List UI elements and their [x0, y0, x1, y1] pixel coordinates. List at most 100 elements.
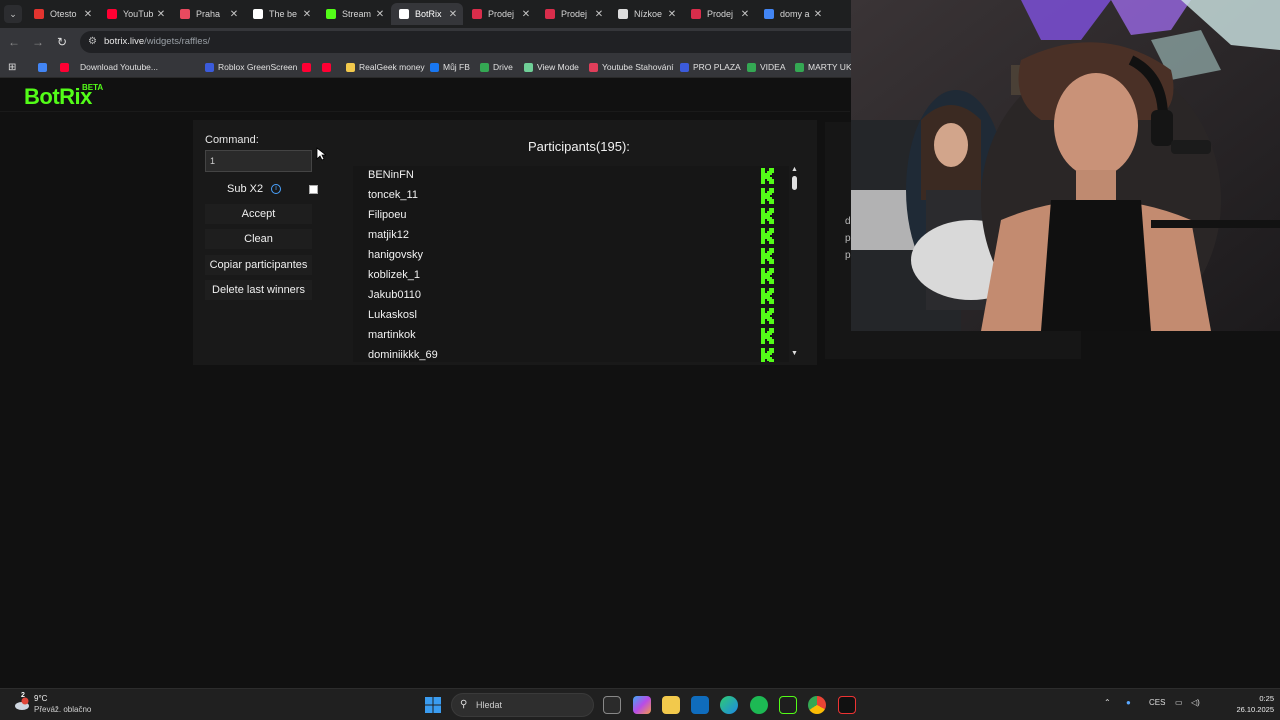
task-view-icon[interactable] — [603, 696, 621, 714]
bookmark-item[interactable]: RealGeek money — [346, 60, 425, 74]
bookmark-item[interactable]: Můj FB — [430, 60, 470, 74]
spotify-icon[interactable] — [750, 696, 768, 714]
bookmark-item[interactable] — [322, 60, 335, 74]
browser-tab[interactable]: BotRix ✕ — [391, 3, 463, 25]
scroll-thumb[interactable] — [792, 176, 797, 190]
back-icon[interactable]: ← — [6, 34, 22, 50]
language-indicator[interactable]: CES — [1149, 698, 1165, 707]
close-tab-icon[interactable]: ✕ — [666, 9, 678, 20]
bookmark-label: Roblox GreenScreen — [218, 62, 298, 72]
clean-button[interactable]: Clean — [205, 229, 312, 249]
command-input[interactable] — [205, 150, 312, 172]
browser-tab[interactable]: Nízkoe ✕ — [610, 3, 682, 25]
bookmark-label: Download Youtube... — [80, 62, 158, 72]
bookmark-item[interactable]: Youtube Stahování — [589, 60, 674, 74]
bookmark-item[interactable] — [38, 60, 51, 74]
participant-row[interactable]: koblizek_1 — [353, 266, 789, 286]
delete-last-winners-button[interactable]: Delete last winners — [205, 280, 312, 300]
tab-title: Prodej — [488, 9, 515, 19]
scroll-up-arrow-icon[interactable]: ▲ — [791, 166, 798, 173]
edge-icon[interactable] — [720, 696, 738, 714]
participant-row[interactable]: toncek_11 — [353, 186, 789, 206]
participant-name: dominiikkk_69 — [368, 349, 438, 361]
outlook-icon[interactable] — [691, 696, 709, 714]
epic-games-icon[interactable] — [838, 696, 856, 714]
scroll-down-arrow-icon[interactable]: ▼ — [791, 350, 798, 357]
bookmark-item[interactable]: Drive — [480, 60, 513, 74]
chrome-icon[interactable] — [808, 696, 826, 714]
bookmark-label: Můj FB — [443, 62, 470, 72]
close-tab-icon[interactable]: ✕ — [447, 9, 459, 20]
browser-tab[interactable]: Prodej ✕ — [464, 3, 536, 25]
info-icon[interactable]: i — [271, 184, 281, 194]
close-tab-icon[interactable]: ✕ — [374, 9, 386, 20]
taskbar-search[interactable]: ⚲ Hledat — [451, 693, 594, 717]
bookmark-favicon-icon — [524, 62, 533, 72]
close-tab-icon[interactable]: ✕ — [155, 9, 167, 20]
bookmark-item[interactable]: Roblox GreenScreen — [205, 60, 297, 74]
terminal-icon[interactable] — [779, 696, 797, 714]
tab-title: Prodej — [707, 9, 734, 19]
close-tab-icon[interactable]: ✕ — [82, 9, 94, 20]
participant-row[interactable]: dominiikkk_69 — [353, 346, 789, 362]
bookmark-item[interactable] — [60, 60, 73, 74]
command-label: Command: — [205, 134, 259, 146]
participant-row[interactable]: BENinFN — [353, 166, 789, 186]
bookmark-item[interactable]: View Mode — [524, 60, 579, 74]
close-tab-icon[interactable]: ✕ — [739, 9, 751, 20]
weather-temperature[interactable]: 9°C — [34, 694, 47, 703]
file-explorer-icon[interactable] — [662, 696, 680, 714]
tab-search-button[interactable]: ⌄ — [4, 5, 22, 23]
search-placeholder: Hledat — [476, 700, 503, 710]
participant-row[interactable]: matjik12 — [353, 226, 789, 246]
participant-row[interactable]: Lukaskosl — [353, 306, 789, 326]
clock[interactable]: 0:25 26.10.2025 — [1220, 693, 1274, 715]
site-info-icon[interactable]: ⚙ — [88, 36, 97, 47]
participants-scrollbar[interactable]: ▲ ▼ — [789, 166, 801, 362]
tab-favicon-icon — [180, 9, 190, 19]
copilot-icon[interactable] — [633, 696, 651, 714]
browser-tab[interactable]: domy a ✕ — [756, 3, 828, 25]
weather-description[interactable]: Převáž. oblačno — [34, 705, 91, 714]
copy-participants-button[interactable]: Copiar participantes — [205, 255, 312, 275]
close-tab-icon[interactable]: ✕ — [301, 9, 313, 20]
participant-row[interactable]: Jakub0110 — [353, 286, 789, 306]
sub-x2-checkbox[interactable] — [309, 185, 318, 194]
kick-icon — [761, 248, 774, 264]
network-icon[interactable]: ▭ — [1175, 698, 1183, 707]
participant-row[interactable]: Filipoeu — [353, 206, 789, 226]
reload-icon[interactable]: ↻ — [54, 34, 70, 50]
bookmark-item[interactable] — [302, 60, 315, 74]
participant-row[interactable]: hanigovsky — [353, 246, 789, 266]
bookmark-favicon-icon — [795, 62, 804, 72]
close-tab-icon[interactable]: ✕ — [520, 9, 532, 20]
close-tab-icon[interactable]: ✕ — [812, 9, 824, 20]
raffle-panel: Command: Sub X2 i Accept Clean Copiar pa… — [193, 120, 817, 365]
close-tab-icon[interactable]: ✕ — [593, 9, 605, 20]
tab-title: Otesto — [50, 9, 77, 19]
bookmark-item[interactable]: VIDEA — [747, 60, 786, 74]
browser-tab[interactable]: The be ✕ — [245, 3, 317, 25]
close-tab-icon[interactable]: ✕ — [228, 9, 240, 20]
bookmark-item[interactable]: PRO PLAZA — [680, 60, 741, 74]
show-hidden-icons-chevron-icon[interactable]: ⌃ — [1104, 698, 1111, 707]
participants-list[interactable]: BENinFN toncek_11 Filipoeu matjik12 hanigovs… — [353, 166, 789, 362]
bookmark-favicon-icon — [747, 62, 756, 72]
browser-tab[interactable]: YouTub ✕ — [99, 3, 171, 25]
microphone-icon[interactable]: ● — [1126, 698, 1131, 707]
url-text: botrix.live/widgets/raffles/ — [104, 36, 210, 47]
kick-icon — [761, 308, 774, 324]
participant-row[interactable]: martinkok — [353, 326, 789, 346]
browser-tab[interactable]: Prodej ✕ — [537, 3, 609, 25]
browser-tab[interactable]: Otesto ✕ — [26, 3, 98, 25]
volume-icon[interactable]: ◁) — [1191, 698, 1200, 707]
accept-button[interactable]: Accept — [205, 204, 312, 224]
windows-start-icon[interactable] — [425, 697, 441, 713]
bookmark-favicon-icon — [346, 62, 355, 72]
browser-tab[interactable]: Praha ✕ — [172, 3, 244, 25]
browser-tab[interactable]: Stream ✕ — [318, 3, 390, 25]
browser-tab[interactable]: Prodej ✕ — [683, 3, 755, 25]
bookmark-item[interactable]: Download Youtube... — [80, 60, 158, 74]
forward-icon[interactable]: → — [30, 34, 46, 50]
apps-grid-icon[interactable]: ⊞ — [8, 60, 16, 74]
